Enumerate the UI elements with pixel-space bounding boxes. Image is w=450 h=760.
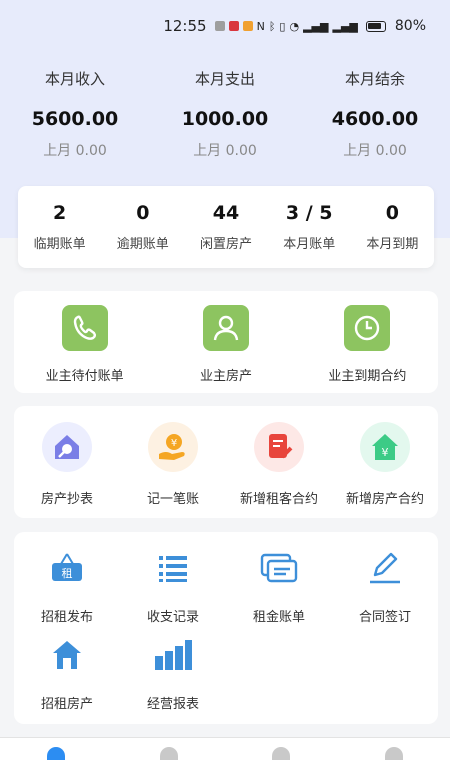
nav-home[interactable] xyxy=(0,738,113,760)
new-property-contract-button[interactable]: ¥ 新增房产合约 xyxy=(332,406,438,518)
money-hand-icon: ¥ xyxy=(148,422,198,472)
svg-text:¥: ¥ xyxy=(171,438,177,449)
nav-profile[interactable] xyxy=(338,738,450,760)
house-wrench-icon xyxy=(42,422,92,472)
person-icon xyxy=(202,305,249,351)
stat-monthly-expiring[interactable]: 0 本月到期 xyxy=(351,186,434,268)
building-icon xyxy=(159,747,178,760)
bar-chart-icon xyxy=(153,635,193,675)
clock-icon xyxy=(344,305,391,351)
bill-cards-icon xyxy=(259,548,299,588)
summary-amount: 1000.00 xyxy=(181,108,269,130)
app-notification-icon xyxy=(228,21,239,31)
summary-income[interactable]: 本月收入 5600.00 上月 0.00 xyxy=(0,66,150,162)
transaction-records-button[interactable]: 收支记录 xyxy=(120,548,226,625)
nfc-icon: N xyxy=(256,19,265,33)
signal-icon: ▂▄▆ xyxy=(303,19,329,33)
stat-label: 本月到期 xyxy=(366,237,419,252)
status-icons: N ᛒ ▯ ◔ ▂▄▆ ▂▄▆ 80% xyxy=(214,18,426,34)
stats-card: 2 临期账单 0 逾期账单 44 闲置房产 3 / 5 本月账单 0 本月到期 xyxy=(18,186,434,268)
wifi-icon: ◔ xyxy=(289,19,300,33)
profile-icon xyxy=(384,747,403,760)
stat-monthly-bills[interactable]: 3 / 5 本月账单 xyxy=(268,186,351,268)
owner-item-label: 业主到期合约 xyxy=(328,369,407,384)
summary-label: 本月支出 xyxy=(194,70,255,88)
document-edit-icon xyxy=(254,422,304,472)
business-report-button[interactable]: 经营报表 xyxy=(120,635,226,712)
tool-item-label: 招租房产 xyxy=(40,697,93,712)
stat-vacant-properties[interactable]: 44 闲置房产 xyxy=(184,186,267,268)
stat-value: 44 xyxy=(212,202,240,224)
home-icon xyxy=(47,747,66,760)
bluetooth-icon: ᛒ xyxy=(268,19,276,33)
battery-percent: 80% xyxy=(394,18,426,34)
bottom-navigation xyxy=(0,737,450,760)
tool-item-label: 招租发布 xyxy=(40,610,93,625)
status-time: 12:55 xyxy=(163,17,207,35)
contract-item-label: 房产抄表 xyxy=(40,492,93,507)
rent-bills-button[interactable]: 租金账单 xyxy=(226,548,332,625)
summary-previous: 上月 0.00 xyxy=(43,143,107,159)
nav-documents[interactable] xyxy=(225,738,338,760)
app-notification-icon xyxy=(242,21,253,31)
stat-value: 0 xyxy=(136,202,150,224)
summary-previous: 上月 0.00 xyxy=(193,143,257,159)
contract-item-label: 新增房产合约 xyxy=(345,492,424,507)
tools-section: 租 招租发布 收支记录 租金账单 合同签订 招租房产 经营报表 xyxy=(14,532,438,724)
status-bar: 12:55 N ᛒ ▯ ◔ ▂▄▆ ▂▄▆ 80% xyxy=(0,0,450,52)
stat-expiring-bills[interactable]: 2 临期账单 xyxy=(18,186,101,268)
contract-item-label: 新增租客合约 xyxy=(239,492,318,507)
notification-icon xyxy=(214,21,225,31)
monthly-summary: 本月收入 5600.00 上月 0.00 本月支出 1000.00 上月 0.0… xyxy=(0,66,450,162)
list-icon xyxy=(153,548,193,588)
summary-expense[interactable]: 本月支出 1000.00 上月 0.00 xyxy=(150,66,300,162)
contract-item-label: 记一笔账 xyxy=(146,492,199,507)
record-entry-button[interactable]: ¥ 记一笔账 xyxy=(120,406,226,518)
stat-value: 3 / 5 xyxy=(285,202,333,224)
house-icon xyxy=(47,635,87,675)
contract-section: 房产抄表 ¥ 记一笔账 新增租客合约 ¥ 新增房产合约 xyxy=(14,406,438,518)
summary-amount: 5600.00 xyxy=(31,108,119,130)
summary-amount: 4600.00 xyxy=(331,108,419,130)
tool-item-label: 经营报表 xyxy=(146,697,199,712)
stat-overdue-bills[interactable]: 0 逾期账单 xyxy=(101,186,184,268)
tool-item-label: 合同签订 xyxy=(358,610,411,625)
rental-listing-button[interactable]: 租 招租发布 xyxy=(14,548,120,625)
owner-expiring-contracts-button[interactable]: 业主到期合约 xyxy=(297,291,438,393)
stat-label: 临期账单 xyxy=(33,237,86,252)
stat-label: 闲置房产 xyxy=(200,237,253,252)
nav-buildings[interactable] xyxy=(113,738,226,760)
signal-icon: ▂▄▆ xyxy=(332,19,358,33)
stat-value: 0 xyxy=(385,202,400,224)
contract-signing-button[interactable]: 合同签订 xyxy=(332,548,438,625)
summary-balance[interactable]: 本月结余 4600.00 上月 0.00 xyxy=(300,66,450,162)
battery-icon xyxy=(365,20,386,32)
meter-reading-button[interactable]: 房产抄表 xyxy=(14,406,120,518)
rent-sign-icon: 租 xyxy=(47,548,87,588)
pen-sign-icon xyxy=(365,548,405,588)
rent-sign-text: 租 xyxy=(62,567,73,580)
new-tenant-contract-button[interactable]: 新增租客合约 xyxy=(226,406,332,518)
stat-value: 2 xyxy=(52,202,67,224)
tool-item-label: 收支记录 xyxy=(146,610,199,625)
owner-properties-button[interactable]: 业主房产 xyxy=(155,291,296,393)
summary-label: 本月收入 xyxy=(44,70,105,88)
vibrate-icon: ▯ xyxy=(279,19,286,33)
stat-label: 本月账单 xyxy=(283,237,336,252)
owner-section: 业主待付账单 业主房产 业主到期合约 xyxy=(14,291,438,393)
owner-item-label: 业主房产 xyxy=(199,369,252,384)
house-yen-icon: ¥ xyxy=(360,422,410,472)
owner-item-label: 业主待付账单 xyxy=(45,369,124,384)
summary-previous: 上月 0.00 xyxy=(343,143,407,159)
svg-text:¥: ¥ xyxy=(382,446,389,459)
stat-label: 逾期账单 xyxy=(116,237,169,252)
document-icon xyxy=(272,747,291,760)
summary-label: 本月结余 xyxy=(344,70,405,88)
owner-pending-bills-button[interactable]: 业主待付账单 xyxy=(14,291,155,393)
rental-properties-button[interactable]: 招租房产 xyxy=(14,635,120,712)
phone-icon xyxy=(61,305,108,351)
tool-item-label: 租金账单 xyxy=(252,610,305,625)
